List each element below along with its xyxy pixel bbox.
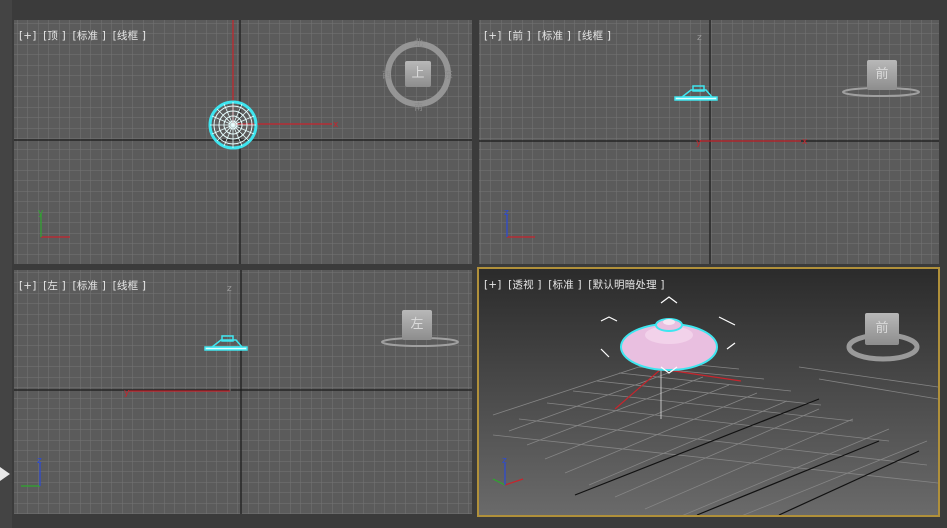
viewport-style-menu[interactable]: [线框 ] [113,30,147,42]
svg-text:y: y [696,138,702,148]
svg-text:z: z [697,33,702,43]
viewcube-face-front[interactable]: 前 [865,313,899,345]
viewcube-left[interactable]: 左 [380,308,460,348]
viewport-label-left[interactable]: [+] [左 ] [标准 ] [线框 ] [19,278,149,293]
grid-major-lines [574,398,920,515]
svg-text:y: y [38,208,44,218]
left-command-strip [0,0,12,528]
viewcube-top[interactable]: 上 北 南 东 西 [382,38,454,113]
compass-west: 西 [382,71,392,81]
viewcube-face-top[interactable]: 上 [405,61,431,87]
svg-text:z: z [227,284,232,294]
viewcube-face-left[interactable]: 左 [402,310,432,340]
viewport-shading-menu[interactable]: [标准 ] [538,30,572,42]
svg-text:z: z [502,456,507,466]
viewport-shading-menu[interactable]: [标准 ] [548,279,582,291]
viewcube-perspective[interactable]: 前 [845,299,925,365]
selected-object-wireframe[interactable] [208,100,258,150]
viewport-perspective[interactable]: z [+] [透视 ] [标准 ] [默认明暗处理 ] 前 [477,267,940,517]
viewport-view-menu[interactable]: [前 ] [508,30,531,42]
left-view-canvas: z y z [14,270,472,514]
viewport-top[interactable]: x y [+] [顶 ] [标准 ] [线框] 上 北 南 东 西 [14,20,472,264]
viewport-front[interactable]: z y x z [+] [前 ] [标准 ] [线框 ] 前 [479,20,939,264]
viewcube-front[interactable]: 前 [841,58,921,98]
front-view-canvas: z y x z [479,20,939,264]
compass-south: 南 [414,103,424,113]
svg-text:z: z [37,456,42,466]
viewport-view-menu[interactable]: [透视 ] [508,279,542,291]
transform-gizmo[interactable] [614,368,742,419]
viewcube-face-front[interactable]: 前 [867,60,897,90]
svg-text:z: z [504,208,509,218]
viewport-style-menu[interactable]: [线框 ] [113,280,147,292]
svg-text:y: y [124,388,130,398]
viewport-view-menu[interactable]: [顶 ] [43,30,66,42]
viewport-left[interactable]: z y z [+] [左 ] [标准 ] [线框 ] 左 [14,270,472,514]
viewport-view-menu[interactable]: [左 ] [43,280,66,292]
perspective-grid [492,360,938,515]
viewport-menu-plus[interactable]: [+] [19,30,37,42]
viewport-menu-plus[interactable]: [+] [484,279,502,291]
selected-object-shaded[interactable] [620,318,718,371]
viewport-label-top[interactable]: [+] [顶 ] [标准 ] [线框 ] [19,28,149,43]
viewport-shading-menu[interactable]: [标准 ] [73,280,107,292]
svg-text:x: x [802,137,808,147]
viewport-menu-plus[interactable]: [+] [484,30,502,42]
viewport-style-menu[interactable]: [默认明暗处理 ] [588,279,664,291]
viewport-label-perspective[interactable]: [+] [透视 ] [标准 ] [默认明暗处理 ] [484,277,668,292]
viewport-shading-menu[interactable]: [标准 ] [73,30,107,42]
viewport-label-front[interactable]: [+] [前 ] [标准 ] [线框 ] [484,28,614,43]
viewport-style-menu[interactable]: [线框 ] [578,30,612,42]
viewport-menu-plus[interactable]: [+] [19,280,37,292]
compass-north: 北 [414,39,424,49]
world-axis-tripod: z [492,456,524,486]
compass-east: 东 [444,71,454,81]
expand-arrow-icon[interactable] [0,467,10,481]
gizmo-x-label: x [333,120,339,130]
